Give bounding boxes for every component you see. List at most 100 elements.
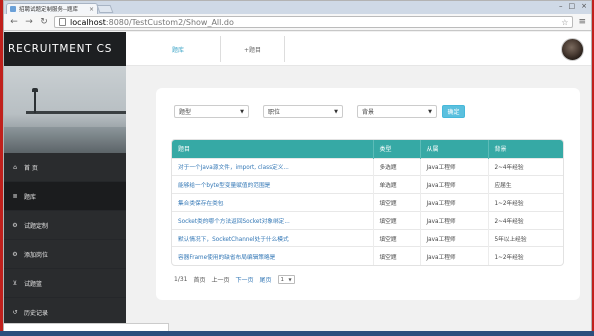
browser-toolbar: ← → ↻ localhost :8080/TestCustom2/Show_A… bbox=[4, 14, 591, 31]
question-background-cell: 5年以上经验 bbox=[488, 228, 563, 247]
question-table: 题目 类型 从属 背景 对于一个Java源文件，import, class定义.… bbox=[171, 139, 564, 266]
url-path: :8080/TestCustom2/Show_All.do bbox=[105, 17, 234, 27]
new-tab-button[interactable] bbox=[96, 5, 114, 13]
table-row[interactable]: 能够给一个byte型变量赋值的范围是 单选题 Java工程师 应届生 bbox=[172, 175, 563, 194]
question-title-cell[interactable]: 容器Frame使用的缺省布局编辑策略是 bbox=[172, 246, 374, 265]
back-icon[interactable]: ← bbox=[9, 17, 19, 27]
caret-down-icon: ▼ bbox=[334, 108, 338, 115]
bookmark-star-icon[interactable]: ☆ bbox=[561, 18, 568, 27]
gears-icon: ⚙ bbox=[12, 250, 18, 258]
caret-down-icon: ▼ bbox=[240, 108, 244, 115]
position-select-value: 职位 bbox=[268, 109, 281, 116]
type-select[interactable]: 题型 ▼ bbox=[174, 105, 249, 118]
caret-down-icon: ▼ bbox=[288, 277, 292, 282]
table-row[interactable]: 默认情况下，SocketChannel处于什么模式 填空题 Java工程师 5年以上经… bbox=[172, 228, 563, 247]
sidebar-item-customize[interactable]: ⚙ 试题定制 bbox=[4, 211, 126, 240]
table-row[interactable]: Socket类的哪个方法返回Socket对象绑定... 填空题 Java工程师 2~4… bbox=[172, 210, 563, 230]
background-select-value: 背景 bbox=[362, 109, 375, 116]
question-background-cell: 应届生 bbox=[488, 175, 563, 194]
cart-icon: ⊻ bbox=[12, 279, 18, 287]
divider bbox=[284, 36, 285, 62]
tab-add-question[interactable]: +题目 bbox=[244, 32, 261, 66]
window-controls: – □ × bbox=[559, 2, 587, 10]
sidebar: RECRUITMENT CS ⌂ 首 页 ≣ 题库 ⚙ 试题定制 ⚙ 添加岗位 … bbox=[4, 32, 126, 332]
question-title-cell[interactable]: 能够给一个byte型变量赋值的范围是 bbox=[172, 175, 374, 194]
address-bar[interactable]: localhost :8080/TestCustom2/Show_All.do … bbox=[54, 16, 574, 28]
first-page-link[interactable]: 首页 bbox=[193, 275, 205, 284]
sidebar-item-label: 题库 bbox=[24, 193, 37, 201]
sidebar-item-add-position[interactable]: ⚙ 添加岗位 bbox=[4, 240, 126, 269]
question-category-cell: Java工程师 bbox=[420, 246, 489, 265]
question-title-cell[interactable]: Socket类的哪个方法返回Socket对象绑定... bbox=[172, 210, 374, 230]
gear-icon: ⚙ bbox=[12, 221, 18, 229]
question-background-cell: 1~2年经验 bbox=[488, 246, 563, 265]
confirm-button[interactable]: 确定 bbox=[442, 105, 465, 118]
column-header: 从属 bbox=[420, 140, 489, 158]
table-row[interactable]: 容器Frame使用的缺省布局编辑策略是 填空题 Java工程师 1~2年经验 bbox=[172, 246, 563, 265]
question-type-cell: 多选题 bbox=[373, 157, 421, 176]
divider bbox=[220, 36, 221, 62]
table-header-row: 题目 类型 从属 背景 bbox=[172, 140, 563, 158]
page-icon bbox=[59, 18, 66, 26]
question-type-cell: 填空题 bbox=[373, 210, 421, 230]
maximize-icon[interactable]: □ bbox=[569, 2, 576, 10]
background-select[interactable]: 背景 ▼ bbox=[357, 105, 437, 118]
history-icon: ↺ bbox=[12, 308, 18, 316]
brand-title: RECRUITMENT CS bbox=[4, 32, 126, 66]
position-select[interactable]: 职位 ▼ bbox=[263, 105, 343, 118]
sidebar-item-label: 添加岗位 bbox=[24, 251, 49, 259]
last-page-link[interactable]: 尾页 bbox=[260, 275, 272, 284]
close-tab-icon[interactable]: × bbox=[89, 6, 94, 13]
sidebar-hero-image bbox=[4, 66, 126, 153]
forward-icon[interactable]: → bbox=[24, 17, 34, 27]
sidebar-nav: ⌂ 首 页 ≣ 题库 ⚙ 试题定制 ⚙ 添加岗位 ⊻ 试题篮 ↺ 历史记录 bbox=[4, 153, 126, 327]
question-category-cell: Java工程师 bbox=[420, 175, 489, 194]
question-title-cell[interactable]: 对于一个Java源文件，import, class定义... bbox=[172, 157, 374, 176]
pagination: 1/31 首页 上一页 下一页 尾页 1 ▼ bbox=[174, 275, 295, 284]
question-type-cell: 单选题 bbox=[373, 175, 421, 194]
top-bar: 题库 +题目 bbox=[126, 32, 591, 66]
type-select-value: 题型 bbox=[179, 109, 192, 116]
home-icon: ⌂ bbox=[13, 163, 17, 171]
sidebar-item-label: 历史记录 bbox=[24, 309, 49, 317]
column-header: 背景 bbox=[494, 146, 507, 154]
browser-tab[interactable]: 招聘试题定制服务--题库 × bbox=[6, 3, 98, 14]
menu-icon[interactable]: ≡ bbox=[578, 17, 586, 27]
question-title-cell[interactable]: 集合类保存在类包 bbox=[172, 193, 374, 212]
tab-title: 招聘试题定制服务--题库 bbox=[19, 7, 78, 13]
question-category-cell: Java工程师 bbox=[420, 210, 489, 230]
question-background-cell: 1~2年经验 bbox=[488, 193, 563, 212]
question-category-cell: Java工程师 bbox=[420, 193, 489, 212]
tab-question-bank[interactable]: 题库 bbox=[172, 32, 184, 66]
favicon-icon bbox=[10, 6, 16, 12]
prev-page-link[interactable]: 上一页 bbox=[212, 275, 230, 284]
table-row[interactable]: 集合类保存在类包 填空题 Java工程师 1~2年经验 bbox=[172, 193, 563, 212]
question-title-cell[interactable]: 默认情况下，SocketChannel处于什么模式 bbox=[172, 228, 374, 247]
close-window-icon[interactable]: × bbox=[581, 2, 587, 10]
page-viewport: RECRUITMENT CS ⌂ 首 页 ≣ 题库 ⚙ 试题定制 ⚙ 添加岗位 … bbox=[4, 32, 591, 332]
tab-strip: 招聘试题定制服务--题库 × – □ × bbox=[4, 1, 591, 14]
question-list-card: 题型 ▼ 职位 ▼ 背景 ▼ 确定 题目 类型 从属 背景 对于一个Java源文… bbox=[156, 88, 580, 300]
question-background-cell: 2~4年经验 bbox=[488, 157, 563, 176]
question-background-cell: 2~4年经验 bbox=[488, 210, 563, 230]
question-type-cell: 填空题 bbox=[373, 228, 421, 247]
sidebar-item-basket[interactable]: ⊻ 试题篮 bbox=[4, 269, 126, 298]
caret-down-icon: ▼ bbox=[428, 108, 432, 115]
sidebar-item-home[interactable]: ⌂ 首 页 bbox=[4, 153, 126, 182]
database-icon: ≣ bbox=[12, 192, 18, 200]
os-taskbar bbox=[0, 331, 594, 336]
next-page-link[interactable]: 下一页 bbox=[236, 275, 254, 284]
sidebar-item-question-bank[interactable]: ≣ 题库 bbox=[4, 182, 126, 211]
minimize-icon[interactable]: – bbox=[559, 2, 563, 10]
page-select[interactable]: 1 ▼ bbox=[277, 275, 295, 284]
sidebar-item-label: 试题定制 bbox=[24, 222, 49, 230]
table-row[interactable]: 对于一个Java源文件，import, class定义... 多选题 Java工程师… bbox=[172, 157, 563, 176]
column-header: 类型 bbox=[373, 140, 421, 158]
reload-icon[interactable]: ↻ bbox=[39, 17, 49, 27]
question-category-cell: Java工程师 bbox=[420, 228, 489, 247]
avatar[interactable] bbox=[561, 38, 584, 61]
browser-window: 招聘试题定制服务--题库 × – □ × ← → ↻ localhost :80… bbox=[3, 0, 592, 333]
sidebar-item-label: 首 页 bbox=[24, 164, 38, 172]
url-host: localhost bbox=[70, 17, 106, 27]
question-type-cell: 填空题 bbox=[373, 246, 421, 265]
